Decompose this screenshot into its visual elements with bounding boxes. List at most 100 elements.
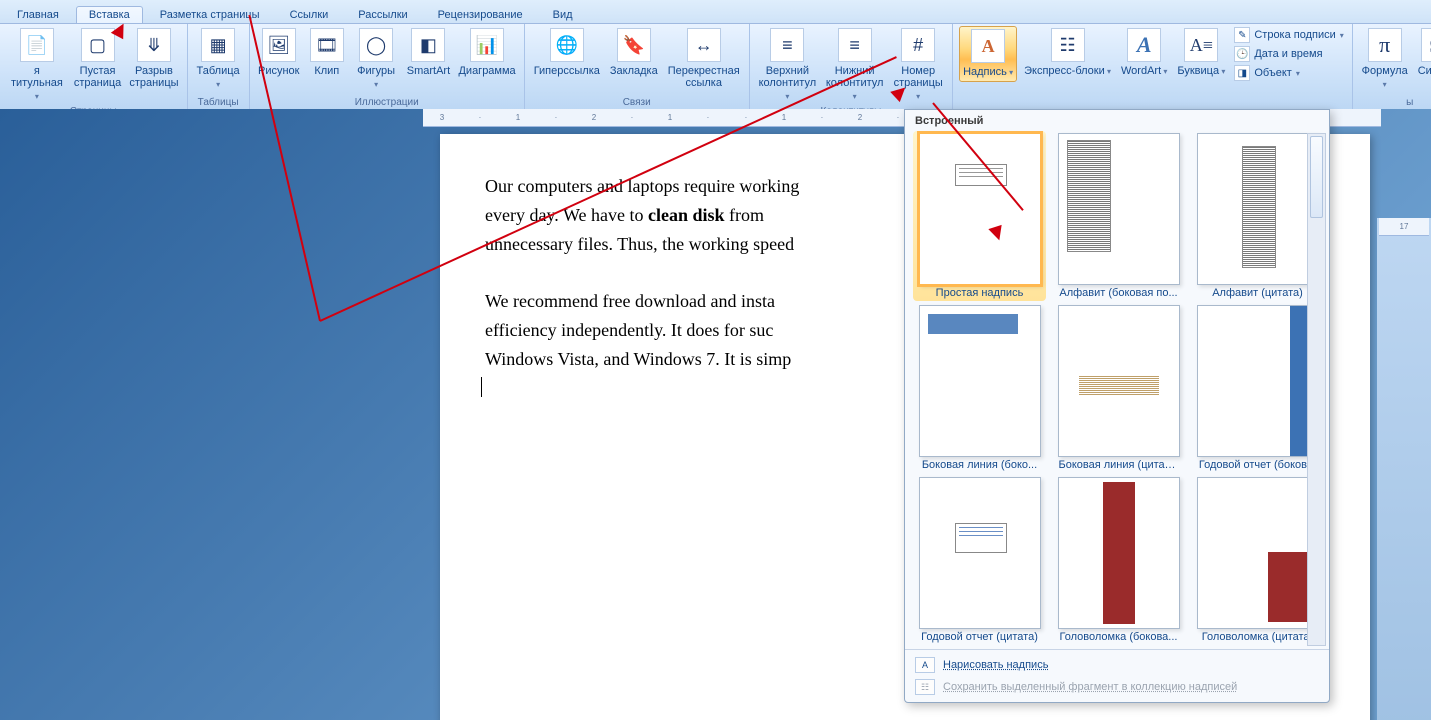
crossref-icon: ↔ [687,28,721,62]
date-icon: 🕒 [1234,46,1250,62]
group-label-tables: Таблицы [198,96,239,109]
ruler-tail: 17 [1379,218,1429,236]
body-text: Windows Vista, and Windows 7. It is simp [485,349,791,369]
group-label-illustrations: Иллюстрации [355,96,419,109]
gallery-item[interactable]: Головоломка (бокова... [1054,477,1183,643]
page-icon: 📄 [20,28,54,62]
group-illustrations: 🖼Рисунок 🎞Клип ◯Фигуры ◧SmartArt 📊Диагра… [250,24,525,110]
gallery-footer: AНарисовать надпись ☷Сохранить выделенны… [905,649,1329,702]
dropcap-button[interactable]: A≡Буквица [1174,26,1228,80]
body-text: from [725,205,765,225]
page-break-icon: ⤋ [137,28,171,62]
bookmark-button[interactable]: 🔖Закладка [607,26,661,79]
ribbon: 📄я титульная ▢Пустая страница ⤋Разрыв ст… [0,24,1431,111]
date-time-button[interactable]: 🕒Дата и время [1232,45,1345,63]
clip-icon: 🎞 [310,28,344,62]
gallery-item[interactable]: Боковая линия (цитата) [1054,305,1183,471]
textbox-icon: A [971,29,1005,63]
gallery-item[interactable]: Годовой отчет (цитата) [915,477,1044,643]
tab-bar: Главная Вставка Разметка страницы Ссылки… [0,0,1431,24]
gallery-item[interactable]: Алфавит (боковая по... [1054,133,1183,299]
signature-icon: ✎ [1234,27,1250,43]
header-button[interactable]: ≡Верхний колонтитул [756,26,819,105]
wordart-icon: A [1127,28,1161,62]
equation-icon: π [1368,28,1402,62]
wordart-button[interactable]: AWordArt [1118,26,1170,80]
blank-page-icon: ▢ [81,28,115,62]
table-button[interactable]: ▦Таблица [194,26,243,93]
shapes-button[interactable]: ◯Фигуры [352,26,401,93]
textbox-gallery: Встроенный Простая надпись Алфавит (боко… [904,109,1330,703]
object-button[interactable]: ◨Объект▾ [1232,64,1345,82]
gallery-item-simple[interactable]: Простая надпись [913,131,1046,301]
smartart-button[interactable]: ◧SmartArt [404,26,452,79]
group-symbols: πФормула ΩСимвол ы [1353,24,1431,110]
group-links: 🌐Гиперссылка 🔖Закладка ↔Перекрестная ссы… [525,24,750,110]
body-text: unnecessary files. Thus, the working spe… [485,234,794,254]
gallery-item-label: Головоломка (бокова... [1060,631,1178,643]
body-text: efficiency independently. It does for su… [485,320,773,340]
chart-icon: 📊 [470,28,504,62]
scroll-thumb[interactable] [1310,136,1323,218]
footer-icon: ≡ [838,28,872,62]
tab-view[interactable]: Вид [540,6,586,23]
page-number-button[interactable]: #Номер страницы [890,26,946,105]
bookmark-icon: 🔖 [617,28,651,62]
picture-button[interactable]: 🖼Рисунок [256,26,302,79]
footer-button[interactable]: ≡Нижний колонтитул [823,26,886,105]
smartart-icon: ◧ [411,28,445,62]
symbol-icon: Ω [1421,28,1431,62]
gallery-item[interactable]: Боковая линия (боко... [915,305,1044,471]
globe-icon: 🌐 [550,28,584,62]
gallery-item[interactable]: Головоломка (цитата) [1193,477,1322,643]
gallery-header: Встроенный [905,110,1329,130]
gallery-item-label: Боковая линия (цитата) [1059,459,1179,471]
textbox-button[interactable]: AНадпись [959,26,1017,82]
gallery-item-label: Годовой отчет (боков... [1199,459,1316,471]
group-pages: 📄я титульная ▢Пустая страница ⤋Разрыв ст… [0,24,188,110]
tab-home[interactable]: Главная [4,6,72,23]
save-selection-icon: ☷ [915,679,935,695]
tab-page-layout[interactable]: Разметка страницы [147,6,273,23]
tab-insert[interactable]: Вставка [76,6,143,23]
chart-button[interactable]: 📊Диаграмма [456,26,517,79]
object-icon: ◨ [1234,65,1250,81]
gallery-item[interactable]: Алфавит (цитата) [1193,133,1322,299]
cover-page-button[interactable]: 📄я титульная [6,26,68,105]
group-text: AНадпись ☷Экспресс-блоки AWordArt A≡Букв… [953,24,1353,110]
right-margin-area: 17 [1377,218,1431,720]
tab-review[interactable]: Рецензирование [425,6,536,23]
save-selection-button: ☷Сохранить выделенный фрагмент в коллекц… [905,676,1329,698]
draw-textbox-icon: A [915,657,935,673]
picture-icon: 🖼 [262,28,296,62]
page-number-icon: # [901,28,935,62]
gallery-item-label: Алфавит (боковая по... [1059,287,1177,299]
clip-button[interactable]: 🎞Клип [306,26,348,79]
quick-parts-button[interactable]: ☷Экспресс-блоки [1021,26,1114,80]
gallery-item-label: Простая надпись [936,287,1024,299]
text-cursor [481,377,482,397]
dropcap-icon: A≡ [1184,28,1218,62]
tab-mailings[interactable]: Рассылки [345,6,420,23]
draw-textbox-button[interactable]: AНарисовать надпись [905,654,1329,676]
equation-button[interactable]: πФормула [1359,26,1411,93]
tab-references[interactable]: Ссылки [277,6,342,23]
quick-parts-icon: ☷ [1051,28,1085,62]
gallery-item-label: Головоломка (цитата) [1202,631,1313,643]
body-text: Our computers and laptops require workin… [485,176,799,196]
gallery-scrollbar[interactable] [1307,133,1326,646]
crossref-button[interactable]: ↔Перекрестная ссылка [665,26,743,91]
signature-line-button[interactable]: ✎Строка подписи▾ [1232,26,1345,44]
header-icon: ≡ [770,28,804,62]
page-break-button[interactable]: ⤋Разрыв страницы [127,26,180,91]
blank-page-button[interactable]: ▢Пустая страница [72,26,124,91]
group-label-symbols: ы [1406,96,1413,109]
gallery-item[interactable]: Годовой отчет (боков... [1193,305,1322,471]
group-tables: ▦Таблица Таблицы [188,24,250,110]
shapes-icon: ◯ [359,28,393,62]
gallery-item-label: Боковая линия (боко... [922,459,1037,471]
symbol-button[interactable]: ΩСимвол [1415,26,1431,93]
bold-text: clean disk [648,205,725,225]
hyperlink-button[interactable]: 🌐Гиперссылка [531,26,603,79]
group-header-footer: ≡Верхний колонтитул ≡Нижний колонтитул #… [750,24,953,110]
